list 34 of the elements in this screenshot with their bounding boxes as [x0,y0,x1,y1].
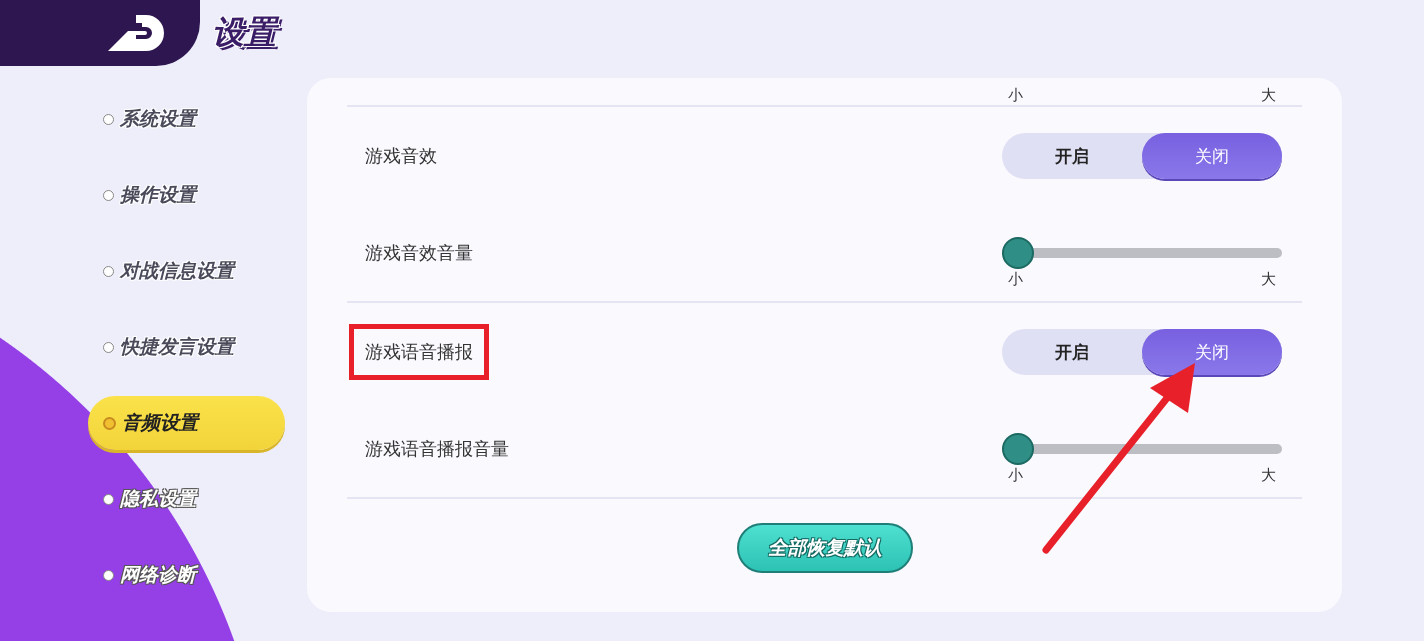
setting-label: 游戏语音播报 [365,340,473,364]
sidebar-label: 系统设置 [120,106,196,131]
scale-min-label: 小 [1008,85,1023,105]
bullet-icon [103,569,114,581]
sidebar-item[interactable]: 操作设置 [88,168,285,222]
toggle-option[interactable]: 关闭 [1142,133,1282,179]
slider-thumb[interactable] [1002,433,1034,465]
sidebar-item[interactable]: 网络诊断 [88,548,285,602]
scale-max-label: 大 [1261,465,1276,485]
setting-label: 游戏音效音量 [365,241,473,265]
toggle-option[interactable]: 开启 [1002,133,1142,179]
sidebar-item[interactable]: 对战信息设置 [88,244,285,298]
scale-max-label: 大 [1261,85,1276,105]
bullet-icon [103,416,116,430]
toggle-option[interactable]: 开启 [1002,329,1142,375]
sidebar-item[interactable]: 音频设置 [88,396,285,450]
scale-min-label: 小 [1008,465,1023,485]
setting-label: 游戏语音播报音量 [365,437,509,461]
slider-thumb[interactable] [1002,237,1034,269]
sidebar-item[interactable]: 系统设置 [88,92,285,146]
scale-max-label: 大 [1261,269,1276,289]
sidebar-label: 音频设置 [122,410,198,435]
sidebar-label: 快捷发言设置 [120,334,234,359]
sidebar-item[interactable]: 快捷发言设置 [88,320,285,374]
bullet-icon [103,113,114,125]
bullet-icon [103,493,114,505]
bullet-icon [103,189,114,201]
bullet-icon [103,265,114,277]
bullet-icon [103,341,114,353]
setting-label: 游戏音效 [365,144,437,168]
toggle-option[interactable]: 关闭 [1142,329,1282,375]
sidebar-label: 对战信息设置 [120,258,234,283]
sidebar-label: 操作设置 [120,182,196,207]
scale-min-label: 小 [1008,269,1023,289]
